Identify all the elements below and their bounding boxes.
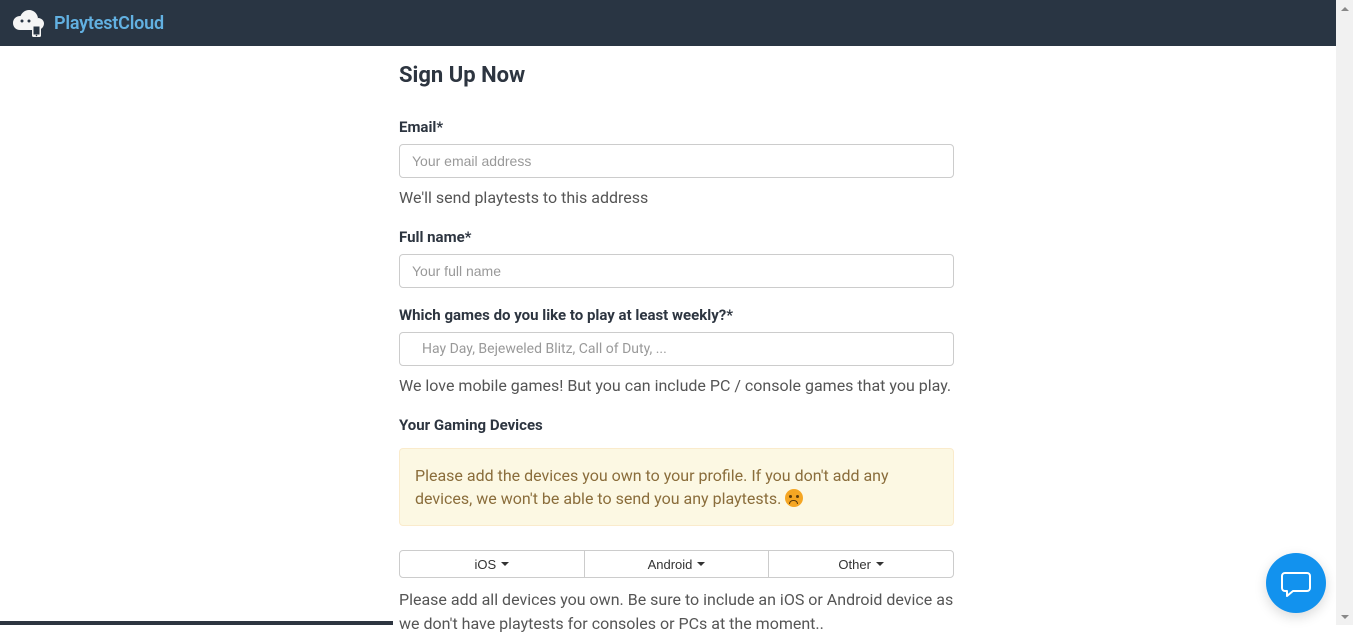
games-help: We love mobile games! But you can includ…: [399, 374, 954, 398]
email-help: We'll send playtests to this address: [399, 186, 954, 210]
chat-help-button[interactable]: [1266, 553, 1326, 613]
email-field[interactable]: [399, 144, 954, 178]
arrow-down-icon: [1341, 615, 1349, 619]
devices-warning: Please add the devices you own to your p…: [399, 448, 954, 526]
cloud-logo-icon: [8, 7, 48, 39]
header: PlaytestCloud: [0, 0, 1353, 46]
fullname-group: Full name*: [399, 228, 954, 288]
device-ios-button[interactable]: iOS: [399, 550, 585, 578]
bottom-bar: [0, 621, 393, 625]
fullname-label: Full name*: [399, 228, 954, 246]
scroll-up-button[interactable]: [1336, 0, 1353, 17]
device-other-button[interactable]: Other: [768, 550, 954, 578]
caret-down-icon: [697, 562, 705, 566]
logo[interactable]: PlaytestCloud: [8, 7, 164, 39]
email-group: Email* We'll send playtests to this addr…: [399, 118, 954, 210]
caret-down-icon: [501, 562, 509, 566]
caret-down-icon: [876, 562, 884, 566]
arrow-up-icon: [1341, 7, 1349, 11]
scroll-down-button[interactable]: [1336, 608, 1353, 625]
pensive-face-icon: [785, 489, 803, 507]
devices-warning-text: Please add the devices you own to your p…: [415, 466, 889, 508]
brand-text: PlaytestCloud: [54, 13, 164, 34]
device-android-button[interactable]: Android: [584, 550, 770, 578]
games-placeholder: Hay Day, Bejeweled Blitz, Call of Duty, …: [422, 341, 667, 357]
games-group: Which games do you like to play at least…: [399, 306, 954, 398]
device-button-group: iOS Android Other: [399, 550, 954, 578]
page-title: Sign Up Now: [399, 63, 954, 88]
fullname-field[interactable]: [399, 254, 954, 288]
devices-group: Your Gaming Devices Please add the devic…: [399, 416, 954, 636]
email-label: Email*: [399, 118, 954, 136]
vertical-scrollbar[interactable]: [1336, 0, 1353, 625]
signup-form: Sign Up Now Email* We'll send playtests …: [399, 46, 954, 636]
devices-help: Please add all devices you own. Be sure …: [399, 588, 954, 636]
games-label: Which games do you like to play at least…: [399, 306, 954, 324]
devices-heading: Your Gaming Devices: [399, 416, 954, 434]
chat-icon: [1281, 569, 1311, 597]
games-field[interactable]: Hay Day, Bejeweled Blitz, Call of Duty, …: [399, 332, 954, 366]
